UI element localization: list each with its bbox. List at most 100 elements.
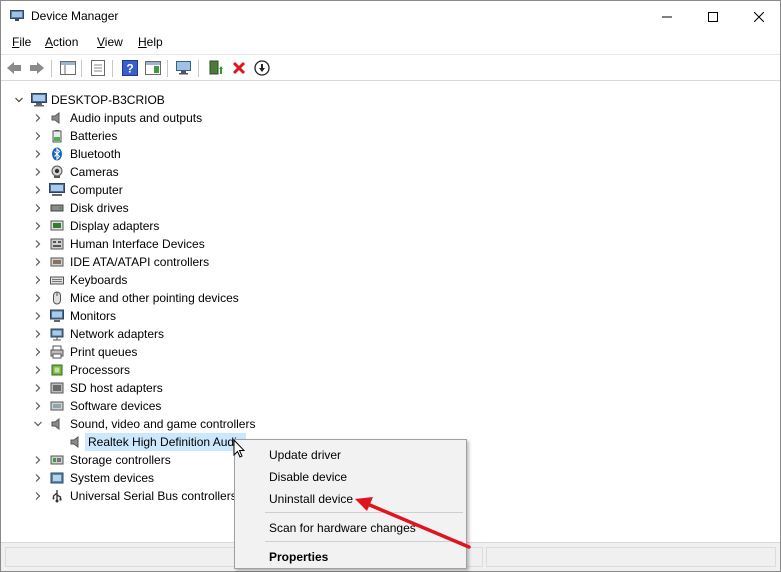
expand-chevron-icon[interactable] <box>33 149 43 159</box>
tree-category-item[interactable]: Cameras <box>1 163 401 181</box>
tree-category-item[interactable]: Print queues <box>1 343 401 361</box>
properties-icon[interactable] <box>89 59 107 77</box>
menu-update-driver[interactable]: Update driver <box>269 448 341 462</box>
tree-category-item[interactable]: Batteries <box>1 127 401 145</box>
svg-text:?: ? <box>126 62 133 76</box>
title-bar[interactable]: Device Manager <box>1 1 780 32</box>
tree-category-item[interactable]: Bluetooth <box>1 145 401 163</box>
tree-category-label: Human Interface Devices <box>70 237 205 251</box>
bluetooth-icon <box>49 146 65 162</box>
mouse-icon <box>49 290 65 306</box>
menu-disable-device[interactable]: Disable device <box>269 470 347 484</box>
tree-category-item[interactable]: Human Interface Devices <box>1 235 401 253</box>
forward-icon[interactable] <box>28 59 46 77</box>
menu-bar: File Action View Help <box>1 32 780 53</box>
tree-root[interactable]: DESKTOP-B3CRIOB <box>1 91 301 109</box>
camera-icon <box>49 164 65 180</box>
expand-chevron-icon[interactable] <box>33 365 43 375</box>
back-icon[interactable] <box>5 59 23 77</box>
menu-view-label: iew <box>104 35 123 49</box>
display-adapter-icon <box>49 218 65 234</box>
uninstall-icon[interactable] <box>230 59 248 77</box>
tree-category-label: Sound, video and game controllers <box>70 417 256 431</box>
expand-chevron-icon[interactable] <box>33 329 43 339</box>
disable-icon[interactable] <box>253 59 271 77</box>
expand-chevron-icon[interactable] <box>33 239 43 249</box>
collapse-chevron-icon[interactable] <box>14 95 24 105</box>
hid-icon <box>49 236 65 252</box>
update-driver-icon[interactable] <box>207 59 225 77</box>
speaker-icon <box>49 110 65 126</box>
keyboard-icon <box>49 272 65 288</box>
menu-action-label: ction <box>53 35 79 49</box>
tree-category-label: Monitors <box>70 309 117 323</box>
tree-root-label: DESKTOP-B3CRIOB <box>51 93 165 107</box>
computer-icon <box>49 182 65 198</box>
menu-view[interactable]: View <box>97 35 123 49</box>
status-pane <box>486 547 776 567</box>
minimize-button[interactable] <box>644 1 690 32</box>
tree-category-item[interactable]: SD host adapters <box>1 379 401 397</box>
tree-category-label: Display adapters <box>70 219 160 233</box>
tree-category-item[interactable]: Monitors <box>1 307 401 325</box>
tree-category-label: Cameras <box>70 165 119 179</box>
tree-category-item[interactable]: Software devices <box>1 397 401 415</box>
expand-chevron-icon[interactable] <box>33 293 43 303</box>
tree-category-label: Print queues <box>70 345 138 359</box>
expand-chevron-icon[interactable] <box>33 221 43 231</box>
expand-chevron-icon[interactable] <box>33 257 43 267</box>
toolbar: ? <box>1 54 780 81</box>
tree-category-item[interactable]: Disk drives <box>1 199 401 217</box>
expand-chevron-icon[interactable] <box>33 383 43 393</box>
disk-icon <box>49 200 65 216</box>
tree-category-item[interactable]: Network adapters <box>1 325 401 343</box>
tree-category-label: Software devices <box>70 399 162 413</box>
action-pane-icon[interactable] <box>144 59 162 77</box>
help-icon[interactable]: ? <box>121 59 139 77</box>
tree-category-item[interactable]: Keyboards <box>1 271 401 289</box>
tree-category-item[interactable]: Display adapters <box>1 217 401 235</box>
menu-help[interactable]: Help <box>138 35 163 49</box>
show-hide-tree-icon[interactable] <box>59 59 77 77</box>
maximize-button[interactable] <box>690 1 736 32</box>
close-button[interactable] <box>736 1 781 32</box>
tree-device-label: Realtek High Definition Audio <box>85 433 247 451</box>
expand-chevron-icon[interactable] <box>33 203 43 213</box>
expand-chevron-icon[interactable] <box>33 473 43 483</box>
expand-chevron-icon[interactable] <box>33 311 43 321</box>
collapse-chevron-icon[interactable] <box>33 419 43 429</box>
tree-category-label: Storage controllers <box>70 453 171 467</box>
menu-help-accel: H <box>138 35 147 49</box>
tree-category-label: SD host adapters <box>70 381 163 395</box>
menu-file[interactable]: File <box>12 35 31 49</box>
menu-action[interactable]: Action <box>45 35 78 49</box>
expand-chevron-icon[interactable] <box>33 275 43 285</box>
expand-chevron-icon[interactable] <box>33 347 43 357</box>
tree-category-item[interactable]: Computer <box>1 181 401 199</box>
scan-hardware-icon[interactable] <box>175 59 193 77</box>
tree-category-item[interactable]: Audio inputs and outputs <box>1 109 401 127</box>
device-manager-window: Device Manager File Action View Help ? D… <box>0 0 781 572</box>
mouse-cursor-icon <box>233 438 246 461</box>
toolbar-separator <box>167 60 168 77</box>
monitor-icon <box>49 308 65 324</box>
tree-category-label: Network adapters <box>70 327 165 341</box>
tree-category-item[interactable]: Sound, video and game controllers <box>1 415 401 433</box>
expand-chevron-icon[interactable] <box>33 455 43 465</box>
expand-chevron-icon[interactable] <box>33 491 43 501</box>
toolbar-separator <box>112 60 113 77</box>
tree-category-label: Mice and other pointing devices <box>70 291 239 305</box>
expand-chevron-icon[interactable] <box>33 167 43 177</box>
tree-category-item[interactable]: Processors <box>1 361 401 379</box>
expand-chevron-icon[interactable] <box>33 185 43 195</box>
expand-chevron-icon[interactable] <box>33 113 43 123</box>
menu-properties[interactable]: Properties <box>269 550 328 564</box>
expand-chevron-icon[interactable] <box>33 131 43 141</box>
tree-category-label: System devices <box>70 471 155 485</box>
tree-category-item[interactable]: Mice and other pointing devices <box>1 289 401 307</box>
battery-icon <box>49 128 65 144</box>
tree-category-item[interactable]: IDE ATA/ATAPI controllers <box>1 253 401 271</box>
expand-chevron-icon[interactable] <box>33 401 43 411</box>
tree-category-label: Disk drives <box>70 201 129 215</box>
tree-category-label: Computer <box>70 183 123 197</box>
